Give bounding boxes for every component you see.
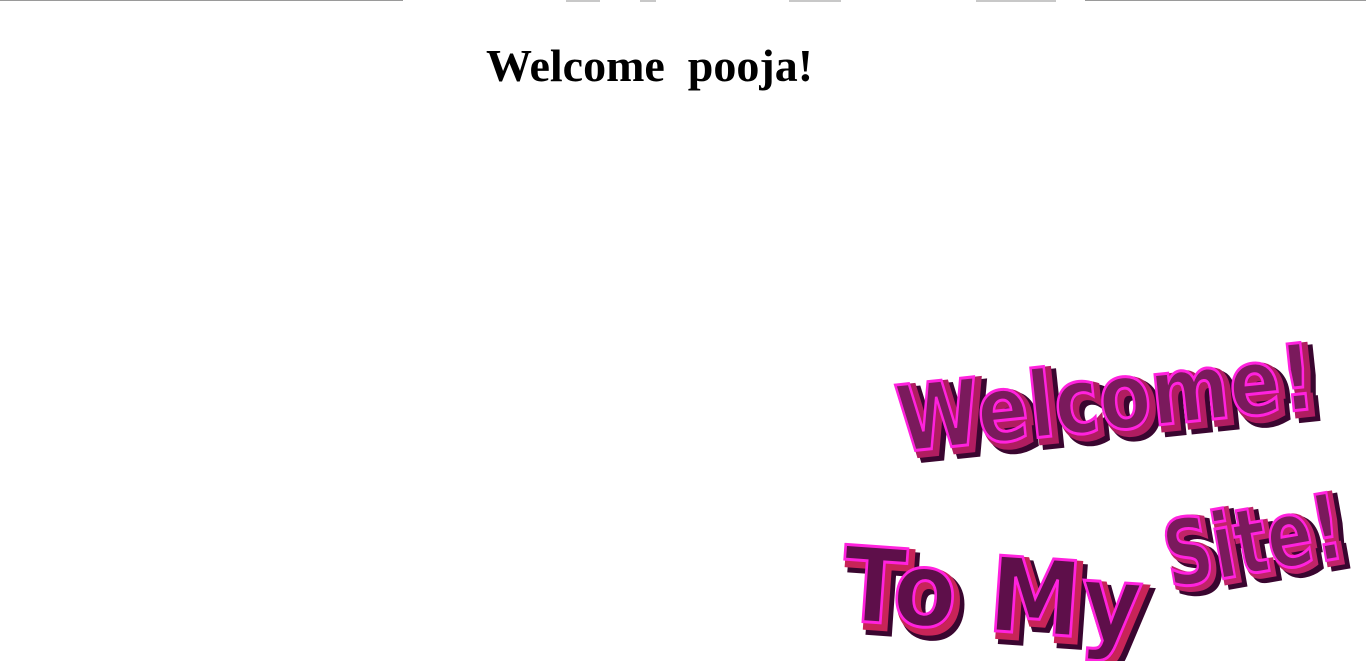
welcome-banner-image: Welcome! Welcome! Welcome! To My To My T… — [820, 320, 1366, 661]
banner-line-2a-face: To My — [838, 523, 1146, 661]
banner-line-1-face: Welcome! — [891, 324, 1320, 474]
banner-line-1: Welcome! Welcome! Welcome! — [890, 322, 1334, 486]
top-border-stub-4 — [976, 0, 1056, 2]
banner-line-2b: Site! Site! Site! — [1154, 471, 1364, 620]
top-border-right — [1085, 0, 1366, 1]
top-border-stub-2 — [640, 0, 656, 2]
top-border-left — [0, 0, 403, 1]
banner-line-2a: To My To My To My — [837, 522, 1159, 661]
welcome-heading: Welcome pooja! — [486, 40, 814, 91]
top-border-stub-1 — [566, 0, 600, 2]
top-border-stub-3 — [789, 0, 841, 2]
